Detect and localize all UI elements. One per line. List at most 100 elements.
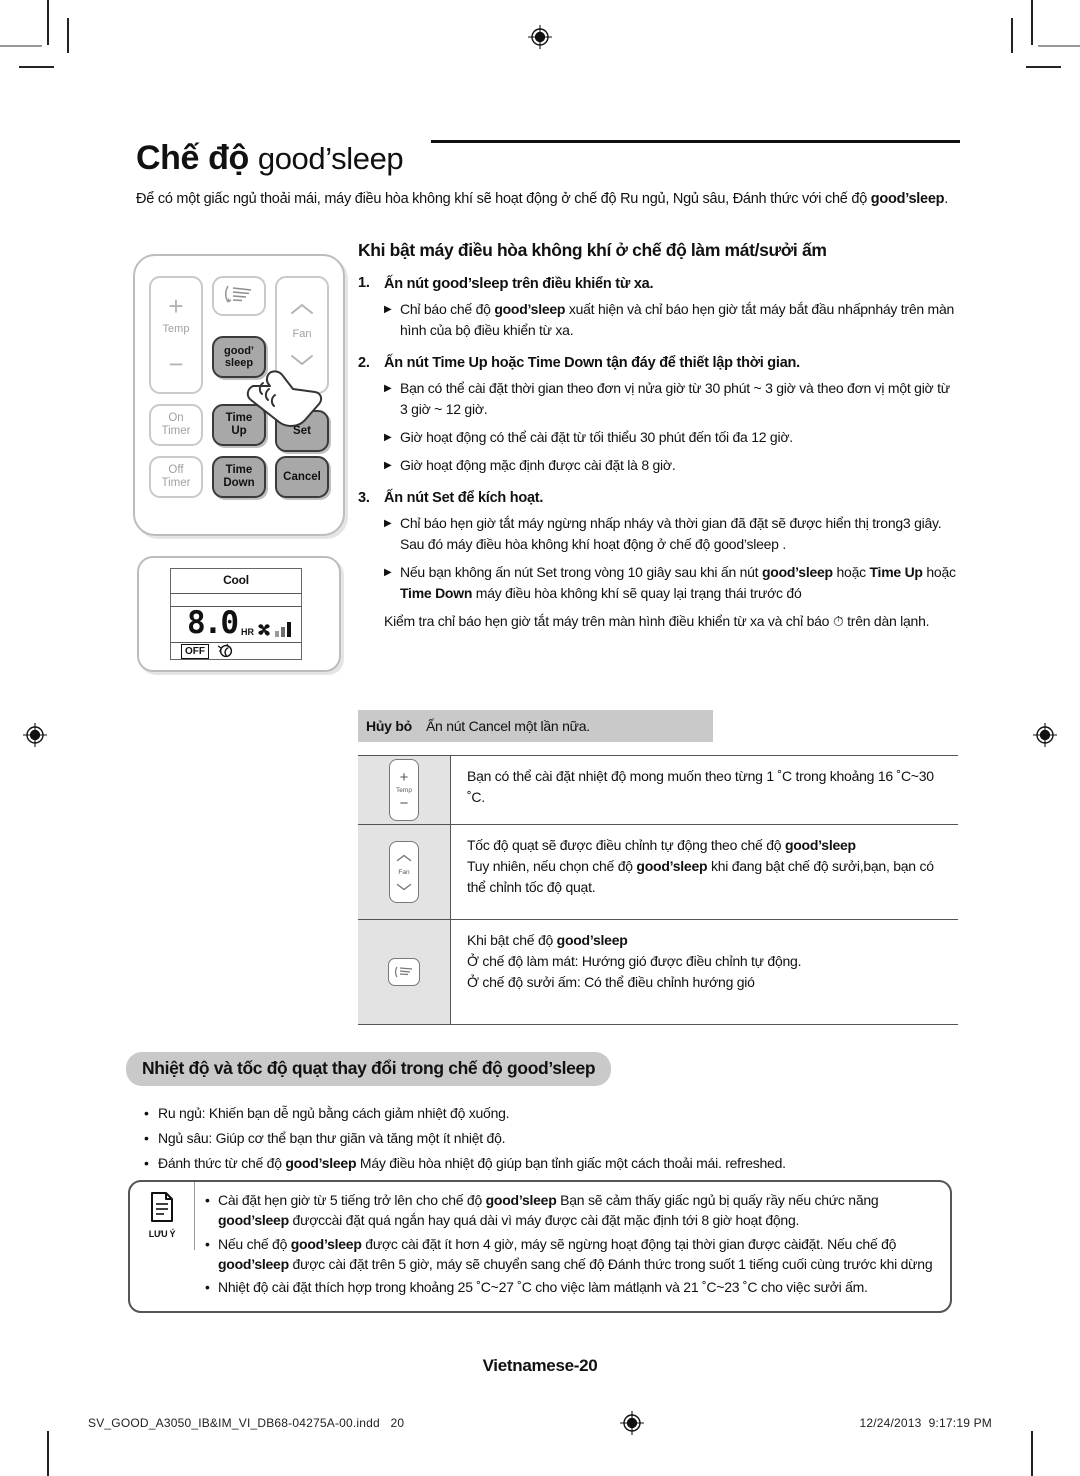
list-item: • Nếu chế độ good’sleep được cài đặt ít …: [205, 1234, 936, 1275]
remote-cancel-label: Cancel: [283, 470, 321, 483]
lcd-mode-label: Cool: [223, 573, 249, 587]
remote-time-down-button[interactable]: Time Down: [212, 456, 266, 498]
note-box: LƯU Ý • Cài đặt hẹn giờ từ 5 tiếng trở l…: [128, 1180, 952, 1313]
step-3-number: 3.: [358, 490, 370, 506]
remote-on-timer-button[interactable]: On Timer: [149, 404, 203, 446]
remote-set-label: Set: [293, 424, 311, 437]
section2-heading-brand: good’sleep: [507, 1058, 596, 1078]
temp-icon-label: Temp: [396, 786, 412, 794]
list-item: • Đánh thức từ chế độ good’sleep Máy điề…: [144, 1155, 786, 1171]
lcd-divider-1: [171, 593, 301, 595]
section2-heading: Nhiệt độ và tốc độ quạt thay đổi trong c…: [126, 1052, 612, 1086]
intro-brand: good’sleep: [870, 191, 945, 207]
chevron-down-icon: [290, 352, 314, 369]
fan-icon-label: Fan: [398, 868, 410, 876]
step-3: 3. Ấn nút Set để kích hoạt.: [358, 490, 958, 506]
dot-bullet-icon: •: [205, 1192, 210, 1208]
lcd-time-value: 8.0: [187, 605, 239, 641]
fan-button-icon: Fan: [389, 841, 419, 903]
note-icon-cell: LƯU Ý: [130, 1182, 195, 1250]
remote-airflow-button[interactable]: [212, 276, 266, 316]
intro-paragraph: Để có một giấc ngủ thoải mái, máy điều h…: [136, 188, 960, 210]
table-cell-text: Tốc độ quạt sẽ được điều chỉnh tự động t…: [467, 837, 934, 895]
temp-button-icon: + Temp −: [389, 759, 419, 821]
page-footer-label: Vietnamese-20: [482, 1356, 598, 1375]
chevron-up-icon: [396, 849, 412, 867]
triangle-bullet-icon: ▶: [384, 567, 392, 578]
minus-icon: −: [399, 794, 409, 812]
step-2-text: Ấn nút Time Up hoặc Time Down tận đáy để…: [384, 355, 800, 371]
fan-blade-icon: [255, 621, 273, 644]
list-item: • Cài đặt hẹn giờ từ 5 tiếng trở lên cho…: [205, 1190, 936, 1231]
table-cell-icon: [358, 920, 451, 1024]
lcd-screen: Cool 8.0 HR OFF: [170, 568, 302, 660]
remote-off-timer-button[interactable]: Off Timer: [149, 456, 203, 498]
plus-icon: +: [168, 290, 184, 321]
step-2-bullet-3: ▶ Giờ hoạt động mặc định được cài đặt là…: [358, 455, 958, 476]
step-1-number: 1.: [358, 275, 370, 291]
step-1: 1. Ấn nút good’sleep trên điều khiển từ …: [358, 275, 958, 292]
cancel-label: Hủy bỏ: [366, 718, 412, 734]
remote-on-timer-label-2: Timer: [161, 425, 191, 437]
remote-time-down-label-1: Time: [225, 464, 253, 477]
step-1-text: Ấn nút good’sleep trên điều khiển từ xa.: [384, 275, 654, 292]
print-info-line: SV_GOOD_A3050_IB&IM_VI_DB68-04275A-00.in…: [88, 1410, 992, 1436]
step-1-bullet-1: ▶ Chỉ báo chế độ good’sleep xuất hiện và…: [358, 299, 958, 341]
crop-mark-tl-v: [47, 0, 49, 45]
remote-fan-button[interactable]: Fan: [275, 276, 329, 394]
lcd-hour-unit: HR: [241, 627, 254, 637]
intro-period: .: [944, 191, 949, 207]
document-page: Chế độ good’sleep Để có một giấc ngủ tho…: [0, 0, 1080, 1476]
crop-mark-tr2-v: [1011, 18, 1013, 53]
table-cell-icon: + Temp −: [358, 756, 451, 824]
cancel-text: Ấn nút Cancel một lần nữa.: [425, 718, 590, 734]
instructions-column: Khi bật máy điều hòa không khí ở chế độ …: [358, 240, 958, 632]
triangle-bullet-icon: ▶: [384, 304, 392, 315]
table-row: + Temp − Bạn có thể cài đặt nhiệt độ mon…: [358, 756, 958, 825]
dot-bullet-icon: •: [144, 1130, 149, 1146]
step-3-text: Ấn nút Set để kích hoạt.: [384, 490, 544, 506]
step-2-bullet-2: ▶ Giờ hoạt động có thể cài đặt từ tối th…: [358, 427, 958, 448]
remote-temp-button[interactable]: + Temp −: [149, 276, 203, 394]
table-cell-icon: Fan: [358, 825, 451, 919]
crop-mark-tr2-h: [1026, 66, 1061, 68]
step-1-brand: good’sleep: [432, 275, 509, 292]
dot-bullet-icon: •: [144, 1155, 149, 1171]
step-2: 2. Ấn nút Time Up hoặc Time Down tận đáy…: [358, 355, 958, 371]
print-timestamp: 12/24/2013 9:17:19 PM: [859, 1416, 992, 1430]
minus-icon: −: [168, 349, 184, 380]
triangle-bullet-icon: ▶: [384, 383, 392, 394]
airflow-icon: [224, 283, 254, 309]
crop-mark-tl-h: [0, 45, 42, 47]
remote-goodsleep-button[interactable]: good’ sleep: [212, 336, 266, 378]
crop-mark-tr-v: [1031, 0, 1033, 45]
page-title-row: Chế độ good’sleep: [136, 120, 960, 177]
crop-mark-tl2-v: [67, 18, 69, 53]
intro-line-1: Để có một giấc ngủ thoải mái, máy điều h…: [136, 191, 868, 207]
step-2-number: 2.: [358, 355, 370, 371]
plus-icon: +: [399, 768, 409, 786]
table-cell-text: Bạn có thể cài đặt nhiệt độ mong muốn th…: [467, 768, 934, 805]
list-item: • Nhiệt độ cài đặt thích hợp trong khoản…: [205, 1277, 936, 1297]
cancel-instruction-bar: Hủy bỏ Ấn nút Cancel một lần nữa.: [358, 710, 713, 742]
remote-cancel-button[interactable]: Cancel: [275, 456, 329, 498]
page-title: Chế độ good’sleep: [136, 139, 404, 177]
remote-set-button[interactable]: Set: [275, 410, 329, 452]
triangle-bullet-icon: ▶: [384, 432, 392, 443]
remote-time-up-button[interactable]: Time Up: [212, 404, 266, 446]
crop-mark-br-v: [1031, 1431, 1033, 1476]
section1-heading: Khi bật máy điều hòa không khí ở chế độ …: [358, 240, 827, 260]
remote-on-timer-label-1: On: [168, 412, 184, 425]
page-title-brand: good’sleep: [257, 141, 404, 176]
remote-off-timer-label-1: Off: [168, 464, 184, 477]
remote-time-up-label-1: Time: [225, 412, 253, 425]
crop-mark-tl2-h: [19, 66, 54, 68]
remote-time-down-label-2: Down: [223, 477, 255, 489]
table-cell-text: Khi bật chế độ good’sleep Ở chế độ làm m…: [467, 932, 802, 990]
dot-bullet-icon: •: [205, 1279, 210, 1296]
print-file-name: SV_GOOD_A3050_IB&IM_VI_DB68-04275A-00.in…: [88, 1416, 405, 1430]
note-document-icon: [149, 1192, 175, 1227]
title-rule: [431, 140, 960, 143]
airflow-button-icon: [388, 958, 420, 986]
registration-mark-right: [1032, 722, 1058, 748]
